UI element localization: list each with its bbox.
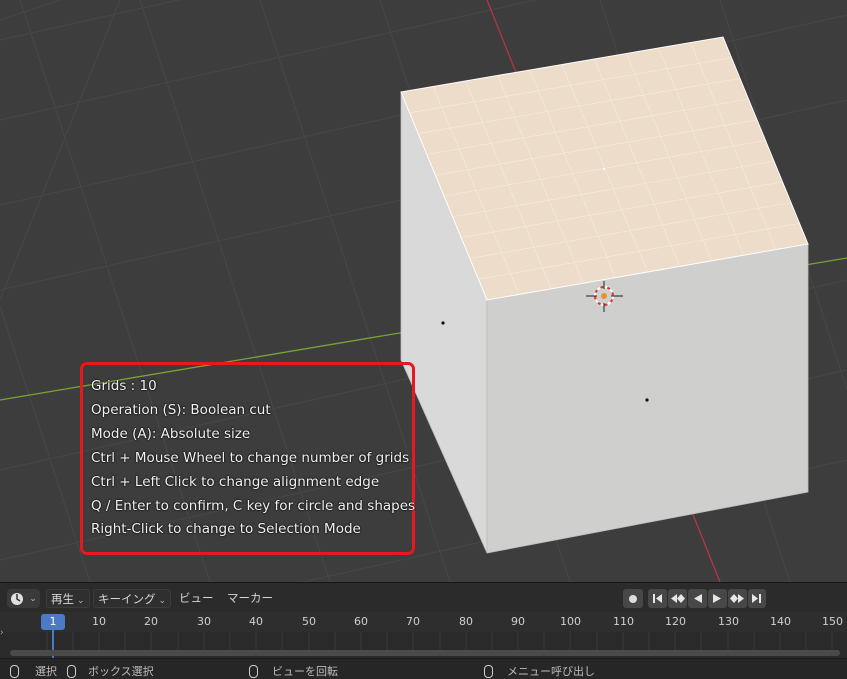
front-face-center-dot <box>645 398 649 402</box>
chevron-down-icon: ⌄ <box>29 593 37 604</box>
hint-grids: Grids : 10 <box>91 378 157 394</box>
current-frame-indicator[interactable]: 1 <box>41 614 65 630</box>
status-bar: 選択 ボックス選択 ビューを回転 メニュー呼び出し <box>0 658 847 679</box>
record-button[interactable] <box>623 589 643 608</box>
chevron-down-icon: ⌄ <box>77 596 85 606</box>
timeline-header: ⌄ 再生 ⌄ キーイング ⌄ ビュー マーカー <box>0 582 847 612</box>
status-select-label: 選択 <box>35 665 57 678</box>
hint-confirm: Q / Enter to confirm, C key for circle a… <box>91 498 416 514</box>
tick-label: 80 <box>459 615 473 628</box>
tool-hint-overlay: Grids : 10 Operation (S): Boolean cut Mo… <box>80 362 415 555</box>
tick-label: 60 <box>354 615 368 628</box>
timeline-body[interactable]: 10 20 30 40 50 60 70 80 90 100 110 120 1… <box>0 612 847 658</box>
frame-ruler[interactable]: 10 20 30 40 50 60 70 80 90 100 110 120 1… <box>0 612 847 632</box>
mouse-right-icon <box>484 664 493 678</box>
tick-label: 50 <box>302 615 316 628</box>
editor-type-button[interactable]: ⌄ <box>7 589 40 608</box>
playback-menu[interactable]: 再生 ⌄ <box>46 589 90 608</box>
timeline-scrollbar[interactable] <box>10 650 840 656</box>
chevron-down-icon: ⌄ <box>158 596 167 606</box>
tick-label: 10 <box>92 615 106 628</box>
mouse-left-icon <box>10 664 19 678</box>
keying-menu[interactable]: キーイング ⌄ <box>93 589 172 608</box>
top-face-center-dot <box>603 168 605 170</box>
keying-menu-label: キーイング <box>98 592 156 606</box>
hint-selection-mode: Right-Click to change to Selection Mode <box>91 521 361 537</box>
tick-label: 20 <box>144 615 158 628</box>
playback-controls-group <box>648 589 766 608</box>
left-face-center-dot <box>441 321 445 325</box>
tick-label: 90 <box>511 615 525 628</box>
status-call-menu-label: メニュー呼び出し <box>507 665 595 678</box>
record-icon <box>629 594 637 603</box>
marker-menu[interactable]: マーカー <box>223 589 277 608</box>
status-call-menu: メニュー呼び出し <box>484 663 595 679</box>
hint-alignment: Ctrl + Left Click to change alignment ed… <box>91 474 380 490</box>
tick-label: 130 <box>718 615 739 628</box>
hint-grid-count: Ctrl + Mouse Wheel to change number of g… <box>91 450 410 466</box>
mouse-middle-icon <box>249 664 258 678</box>
tick-label: 150 <box>822 615 843 628</box>
tick-label: 30 <box>197 615 211 628</box>
tick-label: 120 <box>665 615 686 628</box>
status-select: 選択 <box>10 663 57 679</box>
status-rotate-view-label: ビューを回転 <box>272 665 338 678</box>
tick-label: 110 <box>613 615 634 628</box>
hint-operation: Operation (S): Boolean cut <box>91 402 271 418</box>
playback-menu-label: 再生 <box>51 592 74 606</box>
playback-controls <box>648 589 766 608</box>
clock-icon <box>11 592 24 605</box>
hint-mode: Mode (A): Absolute size <box>91 426 251 442</box>
3d-viewport[interactable]: Grids : 10 Operation (S): Boolean cut Mo… <box>0 0 847 582</box>
tick-label: 100 <box>560 615 581 628</box>
view-menu[interactable]: ビュー <box>175 589 218 608</box>
status-box-select-label: ボックス選択 <box>88 665 154 678</box>
mouse-drag-icon <box>67 664 76 678</box>
tick-label: 140 <box>770 615 791 628</box>
chevron-right-icon[interactable]: › <box>0 628 4 638</box>
tick-label: 70 <box>406 615 420 628</box>
tick-label: 40 <box>249 615 263 628</box>
status-rotate-view: ビューを回転 <box>249 663 338 679</box>
status-box-select: ボックス選択 <box>67 663 154 679</box>
